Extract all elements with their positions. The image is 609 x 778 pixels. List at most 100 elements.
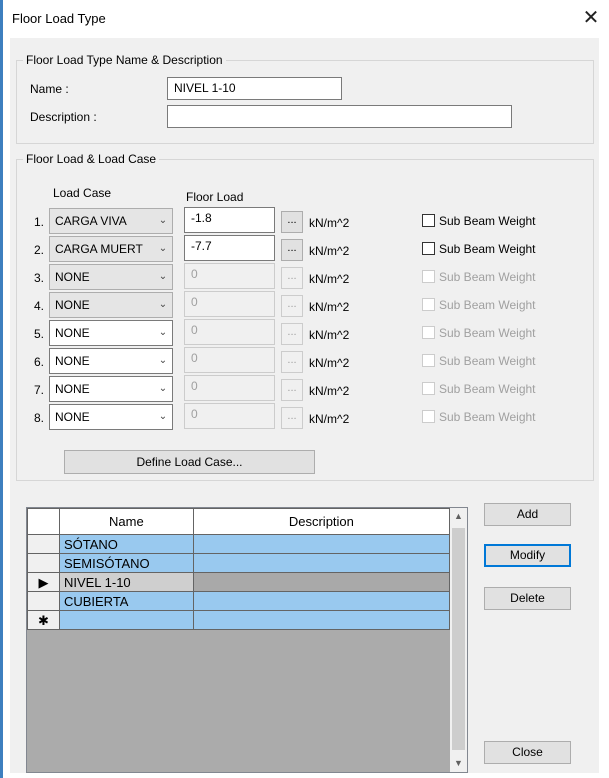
row-selector[interactable] bbox=[27, 534, 60, 554]
description-cell[interactable] bbox=[192, 553, 451, 573]
column-header-name[interactable]: Name bbox=[58, 508, 194, 535]
description-label: Description : bbox=[30, 110, 97, 124]
load-case-value: NONE bbox=[55, 270, 90, 284]
sub-beam-weight-label: Sub Beam Weight bbox=[439, 242, 536, 256]
ellipsis-button: ... bbox=[281, 295, 303, 317]
name-description-group: Floor Load Type Name & Description Name … bbox=[16, 53, 594, 144]
scroll-down-icon[interactable]: ▼ bbox=[450, 755, 467, 772]
chevron-down-icon: ⌄ bbox=[158, 327, 168, 338]
load-case-select[interactable]: NONE ⌄ bbox=[49, 404, 173, 430]
floor-load-field: 0 bbox=[184, 319, 275, 345]
close-icon[interactable]: ✕ bbox=[579, 6, 603, 30]
name-field[interactable]: NIVEL 1-10 bbox=[167, 77, 342, 100]
load-case-value: NONE bbox=[55, 354, 90, 368]
table-header-row: Name Description bbox=[27, 508, 451, 535]
sub-beam-weight-checkbox[interactable] bbox=[422, 214, 435, 227]
floor-load-field: 0 bbox=[184, 403, 275, 429]
sub-beam-weight-label: Sub Beam Weight bbox=[439, 326, 536, 340]
name-cell[interactable] bbox=[58, 610, 194, 630]
chevron-down-icon: ⌄ bbox=[158, 411, 168, 422]
ellipsis-button: ... bbox=[281, 351, 303, 373]
load-case-select[interactable]: NONE ⌄ bbox=[49, 376, 173, 402]
load-case-select[interactable]: NONE ⌄ bbox=[49, 264, 173, 290]
row-number: 2. bbox=[33, 243, 44, 257]
ellipsis-button[interactable]: ... bbox=[281, 211, 303, 233]
sub-beam-weight-checkbox bbox=[422, 410, 435, 423]
description-cell[interactable] bbox=[192, 572, 451, 592]
name-label: Name : bbox=[30, 82, 69, 96]
scroll-thumb[interactable] bbox=[452, 528, 465, 750]
description-field[interactable] bbox=[167, 105, 512, 128]
scroll-up-icon[interactable]: ▲ bbox=[450, 508, 467, 525]
delete-button[interactable]: Delete bbox=[484, 587, 571, 610]
load-case-value: NONE bbox=[55, 410, 90, 424]
sub-beam-weight-checkbox[interactable] bbox=[422, 242, 435, 255]
unit-label: kN/m^2 bbox=[309, 384, 350, 398]
load-case-select[interactable]: NONE ⌄ bbox=[49, 320, 173, 346]
sub-beam-weight-checkbox bbox=[422, 382, 435, 395]
floor-load-field: 0 bbox=[184, 263, 275, 289]
sub-beam-weight-checkbox bbox=[422, 270, 435, 283]
row-number: 5. bbox=[33, 327, 44, 341]
ellipsis-button[interactable]: ... bbox=[281, 239, 303, 261]
description-cell[interactable] bbox=[192, 534, 451, 554]
row-selector[interactable] bbox=[27, 591, 60, 611]
load-case-value: NONE bbox=[55, 298, 90, 312]
table-row[interactable]: CUBIERTA bbox=[27, 591, 451, 611]
new-row-asterisk-icon[interactable]: ✱ bbox=[27, 610, 60, 630]
row-number: 7. bbox=[33, 383, 44, 397]
ellipsis-button: ... bbox=[281, 379, 303, 401]
row-selector-header bbox=[27, 508, 60, 535]
load-case-select[interactable]: NONE ⌄ bbox=[49, 292, 173, 318]
sub-beam-weight-label: Sub Beam Weight bbox=[439, 410, 536, 424]
modify-button[interactable]: Modify bbox=[484, 544, 571, 567]
description-cell[interactable] bbox=[192, 591, 451, 611]
description-cell[interactable] bbox=[192, 610, 451, 630]
table-row[interactable]: SÓTANO bbox=[27, 534, 451, 554]
ellipsis-button: ... bbox=[281, 407, 303, 429]
unit-label: kN/m^2 bbox=[309, 328, 350, 342]
floor-load-header: Floor Load bbox=[186, 190, 244, 204]
vertical-scrollbar[interactable]: ▲ ▼ bbox=[450, 508, 467, 772]
name-cell[interactable]: NIVEL 1-10 bbox=[58, 572, 194, 592]
row-selector[interactable] bbox=[27, 553, 60, 573]
load-case-select[interactable]: NONE ⌄ bbox=[49, 348, 173, 374]
chevron-down-icon: ⌄ bbox=[158, 355, 168, 366]
row-number: 3. bbox=[33, 271, 44, 285]
row-number: 1. bbox=[33, 215, 44, 229]
table-row-current[interactable]: ▶ NIVEL 1-10 bbox=[27, 572, 451, 592]
unit-label: kN/m^2 bbox=[309, 272, 350, 286]
add-button[interactable]: Add bbox=[484, 503, 571, 526]
sub-beam-weight-checkbox bbox=[422, 354, 435, 367]
dialog-body: Floor Load Type Name & Description Name … bbox=[10, 38, 599, 773]
group-label: Floor Load Type Name & Description bbox=[23, 53, 226, 67]
column-header-description[interactable]: Description bbox=[192, 508, 451, 535]
floor-load-type-table[interactable]: Name Description SÓTANO SEMISÓTANO ▶ NIV… bbox=[26, 507, 468, 773]
close-button[interactable]: Close bbox=[484, 741, 571, 764]
unit-label: kN/m^2 bbox=[309, 216, 350, 230]
table-new-row[interactable]: ✱ bbox=[27, 610, 451, 630]
load-case-select[interactable]: CARGA MUERT ⌄ bbox=[49, 236, 173, 262]
load-case-select[interactable]: CARGA VIVA ⌄ bbox=[49, 208, 173, 234]
sub-beam-weight-label: Sub Beam Weight bbox=[439, 382, 536, 396]
floor-load-group: Floor Load & Load Case Load Case Floor L… bbox=[16, 152, 594, 481]
table: Name Description SÓTANO SEMISÓTANO ▶ NIV… bbox=[27, 508, 451, 630]
name-cell[interactable]: CUBIERTA bbox=[58, 591, 194, 611]
name-cell[interactable]: SÓTANO bbox=[58, 534, 194, 554]
sub-beam-weight-label: Sub Beam Weight bbox=[439, 214, 536, 228]
sub-beam-weight-label: Sub Beam Weight bbox=[439, 270, 536, 284]
sub-beam-weight-label: Sub Beam Weight bbox=[439, 298, 536, 312]
chevron-down-icon: ⌄ bbox=[158, 299, 168, 310]
floor-load-type-dialog: Floor Load Type ✕ Floor Load Type Name &… bbox=[0, 0, 609, 778]
floor-load-field: 0 bbox=[184, 375, 275, 401]
table-row[interactable]: SEMISÓTANO bbox=[27, 553, 451, 573]
load-case-value: NONE bbox=[55, 382, 90, 396]
floor-load-field[interactable]: -7.7 bbox=[184, 235, 275, 261]
current-row-arrow-icon[interactable]: ▶ bbox=[27, 572, 60, 592]
group-label: Floor Load & Load Case bbox=[23, 152, 160, 166]
name-cell[interactable]: SEMISÓTANO bbox=[58, 553, 194, 573]
unit-label: kN/m^2 bbox=[309, 244, 350, 258]
floor-load-field[interactable]: -1.8 bbox=[184, 207, 275, 233]
ellipsis-button: ... bbox=[281, 267, 303, 289]
define-load-case-button[interactable]: Define Load Case... bbox=[64, 450, 315, 474]
